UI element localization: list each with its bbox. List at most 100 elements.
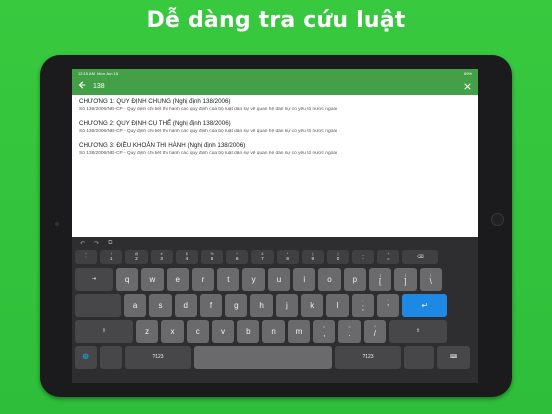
key[interactable]: o [318, 268, 341, 291]
key[interactable]: i [293, 268, 316, 291]
key[interactable]: x [161, 320, 184, 343]
key[interactable]: c [186, 320, 209, 343]
tab-key[interactable]: ⇥ [75, 268, 113, 291]
key-main: \ [429, 277, 432, 286]
key-main: 5 [210, 256, 214, 261]
key[interactable]: ) 0 [326, 250, 350, 264]
numbers-key-right[interactable]: ?123 [335, 346, 401, 369]
key-main: ' [387, 303, 389, 312]
key-main: ` [85, 256, 87, 261]
key-main: 3 [160, 256, 163, 261]
key[interactable]: l [326, 294, 349, 317]
key[interactable]: % 5 [200, 250, 224, 264]
shift-left-key[interactable]: ⇧ [75, 320, 133, 343]
key[interactable]: >. [338, 320, 361, 343]
key[interactable]: j [275, 294, 299, 317]
status-left: 12:15 AM Mon Jun 15 [78, 71, 118, 76]
key[interactable]: s [149, 294, 172, 317]
key[interactable]: b [237, 320, 260, 343]
numbers-key[interactable]: ?123 [125, 346, 191, 369]
result-title: CHƯƠNG 1: QUY ĐỊNH CHUNG (Nghị định 138/… [79, 98, 231, 105]
key[interactable]: r [191, 268, 215, 291]
key[interactable]: p [343, 268, 366, 291]
key[interactable]: u [267, 268, 291, 291]
key-main: / [373, 329, 376, 338]
result-desc: Số 138/2006/NĐ-CP - Quy định chi tiết th… [79, 107, 338, 112]
undo-icon[interactable]: ↶ [80, 240, 85, 247]
keyboard: ↶ ↷ ⧉ ~ ` ! 1 @2 #3 $4 % 5 ^ 6 & 7 * 8 (9 ) 0 _… [72, 237, 478, 383]
key-main: 2 [135, 256, 138, 261]
key[interactable]: ~ ` [75, 250, 98, 264]
key[interactable]: m [287, 320, 311, 343]
key-main: 1 [110, 256, 113, 261]
key[interactable]: * 8 [276, 250, 299, 264]
key[interactable]: }] [394, 268, 417, 291]
paste-icon[interactable]: ⧉ [108, 240, 112, 247]
key[interactable]: n [262, 320, 285, 343]
screen: 12:15 AM Mon Jun 15 89% 138 CHƯƠNG 1: QU… [72, 69, 478, 383]
key-main: 8 [286, 256, 289, 261]
globe-spacer [75, 294, 121, 317]
list-item[interactable]: CHƯƠNG 1: QUY ĐỊNH CHUNG (Nghị định 138/… [79, 98, 471, 112]
key[interactable]: & 7 [251, 250, 274, 264]
key[interactable]: (9 [301, 250, 324, 264]
key[interactable]: z [136, 320, 159, 343]
close-icon[interactable] [462, 82, 472, 92]
key[interactable]: {[ [368, 268, 392, 291]
key[interactable]: $4 [175, 250, 198, 264]
search-input[interactable]: 138 [90, 83, 462, 90]
key[interactable]: @2 [125, 250, 148, 264]
headline: Dễ dàng tra cứu luật [146, 8, 406, 33]
result-desc: Số 138/2006/NĐ-CP - Quy định chi tiết th… [79, 129, 338, 134]
space-key[interactable] [194, 346, 332, 369]
redo-icon[interactable]: ↷ [94, 240, 99, 247]
key-main: 6 [235, 256, 239, 261]
key[interactable]: f [199, 294, 223, 317]
globe-icon[interactable]: 🌐 [75, 346, 97, 369]
list-item[interactable]: CHƯƠNG 2: QUY ĐỊNH CỤ THỂ (Nghị định 138… [79, 120, 471, 134]
key[interactable]: h [250, 294, 273, 317]
key[interactable]: ? / [363, 320, 386, 343]
keyboard-toolbar: ↶ ↷ ⧉ [72, 237, 478, 249]
key-main: 0 [336, 256, 340, 261]
key[interactable]: <, [313, 320, 336, 343]
home-button[interactable] [491, 213, 504, 226]
delete-key[interactable]: ⌫ [402, 250, 439, 264]
letter-row-2: a s d f g h j k l :; " ' ↵ [75, 294, 448, 317]
key-main: = [387, 256, 390, 261]
key[interactable]: | \ [419, 268, 442, 291]
key[interactable]: ! 1 [100, 250, 123, 264]
status-battery: 89% [463, 71, 472, 76]
key[interactable]: w [141, 268, 164, 291]
key[interactable]: ^ 6 [226, 250, 249, 264]
status-bar: 12:15 AM Mon Jun 15 89% [72, 69, 478, 78]
key[interactable]: " ' [376, 294, 400, 317]
tablet-device: 12:15 AM Mon Jun 15 89% 138 CHƯƠNG 1: QU… [40, 55, 512, 397]
key[interactable]: t [217, 268, 240, 291]
key[interactable]: v [211, 320, 235, 343]
key-main: , [323, 329, 326, 338]
key-main: [ [379, 277, 382, 286]
key[interactable]: a [124, 294, 147, 317]
key[interactable]: :; [351, 294, 374, 317]
list-item[interactable]: CHƯƠNG 3: ĐIỀU KHOẢN THI HÀNH (Nghị định… [79, 142, 471, 156]
key-main: 4 [185, 256, 189, 261]
arrow-left-icon[interactable] [78, 81, 90, 92]
key-main: 9 [311, 256, 315, 261]
key[interactable]: e [166, 268, 189, 291]
key[interactable]: #3 [150, 250, 173, 264]
shift-right-key[interactable]: ⇧ [388, 320, 447, 343]
key[interactable]: k [301, 294, 324, 317]
return-key[interactable]: ↵ [402, 294, 448, 317]
result-title: CHƯƠNG 2: QUY ĐỊNH CỤ THỂ (Nghị định 138… [79, 120, 231, 127]
bottom-row: 🌐 ?123 ?123 ⌨ [75, 346, 470, 369]
key[interactable]: + = [377, 250, 400, 264]
key[interactable]: y [242, 268, 265, 291]
empty-key [404, 346, 434, 369]
key[interactable]: q [116, 268, 139, 291]
key[interactable]: _ - [352, 250, 375, 264]
key[interactable]: g [225, 294, 248, 317]
results-list: CHƯƠNG 1: QUY ĐỊNH CHUNG (Nghị định 138/… [72, 95, 478, 156]
keyboard-dismiss-icon[interactable]: ⌨ [437, 346, 470, 369]
key[interactable]: d [174, 294, 197, 317]
